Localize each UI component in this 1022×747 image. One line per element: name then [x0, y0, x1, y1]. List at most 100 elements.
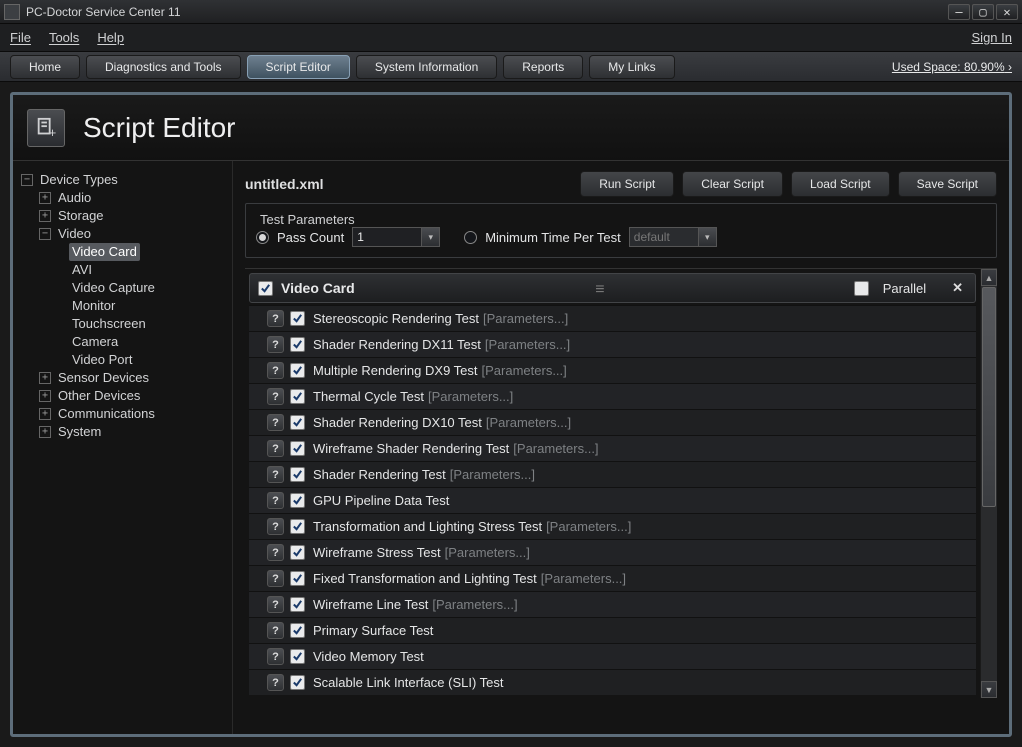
test-row: ? Video Memory Test [249, 643, 976, 669]
tree-video-capture[interactable]: Video Capture [69, 279, 158, 297]
test-name: Wireframe Line Test [313, 597, 428, 612]
test-checkbox[interactable] [290, 571, 305, 586]
menu-file[interactable]: File [10, 30, 31, 45]
min-time-radio[interactable] [464, 231, 477, 244]
group-checkbox[interactable] [258, 281, 273, 296]
parameters-link[interactable]: [Parameters...] [428, 389, 513, 404]
test-checkbox[interactable] [290, 597, 305, 612]
tab-diagnostics[interactable]: Diagnostics and Tools [86, 55, 241, 79]
close-button[interactable]: ✕ [996, 4, 1018, 20]
help-button[interactable]: ? [267, 492, 284, 509]
clear-script-button[interactable]: Clear Script [682, 171, 783, 197]
test-checkbox[interactable] [290, 363, 305, 378]
pass-count-radio[interactable] [256, 231, 269, 244]
tab-my-links[interactable]: My Links [589, 55, 674, 79]
tab-home[interactable]: Home [10, 55, 80, 79]
menu-help[interactable]: Help [97, 30, 124, 45]
main-pane: untitled.xml Run Script Clear Script Loa… [233, 161, 1009, 734]
parameters-link[interactable]: [Parameters...] [483, 311, 568, 326]
help-button[interactable]: ? [267, 544, 284, 561]
minimize-button[interactable]: — [948, 4, 970, 20]
group-close-button[interactable]: ✕ [948, 280, 967, 296]
menu-tools[interactable]: Tools [49, 30, 79, 45]
parameters-link[interactable]: [Parameters...] [432, 597, 517, 612]
test-name: Video Memory Test [313, 649, 424, 664]
test-checkbox[interactable] [290, 337, 305, 352]
test-checkbox[interactable] [290, 519, 305, 534]
parameters-link[interactable]: [Parameters...] [485, 337, 570, 352]
test-checkbox[interactable] [290, 493, 305, 508]
tree-storage[interactable]: Storage [55, 207, 107, 225]
help-button[interactable]: ? [267, 570, 284, 587]
parallel-checkbox[interactable] [854, 281, 869, 296]
scroll-thumb[interactable] [982, 287, 996, 507]
scroll-up-button[interactable]: ▲ [981, 269, 997, 286]
tree-other[interactable]: Other Devices [55, 387, 143, 405]
test-checkbox[interactable] [290, 389, 305, 404]
help-button[interactable]: ? [267, 674, 284, 691]
tree-camera[interactable]: Camera [69, 333, 121, 351]
scrollbar[interactable]: ▲ ▼ [980, 269, 997, 698]
tab-system-information[interactable]: System Information [356, 55, 497, 79]
test-name: Shader Rendering DX10 Test [313, 415, 482, 430]
tree-video-port[interactable]: Video Port [69, 351, 135, 369]
help-button[interactable]: ? [267, 388, 284, 405]
tree-video-card[interactable]: Video Card [69, 243, 140, 261]
tree-root[interactable]: Device Types [37, 171, 121, 189]
parameters-link[interactable]: [Parameters...] [513, 441, 598, 456]
min-time-stepper[interactable]: ▾ [699, 227, 717, 247]
tree-system[interactable]: System [55, 423, 104, 441]
pass-count-input[interactable] [352, 227, 422, 247]
test-checkbox[interactable] [290, 415, 305, 430]
parameters-link[interactable]: [Parameters...] [541, 571, 626, 586]
test-checkbox[interactable] [290, 623, 305, 638]
pass-count-stepper[interactable]: ▾ [422, 227, 440, 247]
test-row: ?Multiple Rendering DX9 Test[Parameters.… [249, 357, 976, 383]
tree-avi[interactable]: AVI [69, 261, 95, 279]
help-button[interactable]: ? [267, 336, 284, 353]
parameters-link[interactable]: [Parameters...] [450, 467, 535, 482]
help-button[interactable]: ? [267, 648, 284, 665]
help-button[interactable]: ? [267, 362, 284, 379]
help-button[interactable]: ? [267, 596, 284, 613]
help-button[interactable]: ? [267, 440, 284, 457]
test-checkbox[interactable] [290, 311, 305, 326]
tree-audio[interactable]: Audio [55, 189, 94, 207]
test-checkbox[interactable] [290, 467, 305, 482]
titlebar: PC-Doctor Service Center 11 — ▢ ✕ [0, 0, 1022, 24]
help-button[interactable]: ? [267, 466, 284, 483]
device-tree[interactable]: −Device Types +Audio +Storage −Video Vid… [21, 171, 228, 441]
parameters-link[interactable]: [Parameters...] [445, 545, 530, 560]
test-checkbox[interactable] [290, 649, 305, 664]
used-space-link[interactable]: Used Space: 80.90% [892, 60, 1012, 74]
drag-handle-icon[interactable] [595, 282, 613, 294]
test-checkbox[interactable] [290, 545, 305, 560]
test-name: Fixed Transformation and Lighting Test [313, 571, 537, 586]
parameters-link[interactable]: [Parameters...] [482, 363, 567, 378]
parameters-link[interactable]: [Parameters...] [486, 415, 571, 430]
parameters-link[interactable]: [Parameters...] [546, 519, 631, 534]
tab-script-editor[interactable]: Script Editor [247, 55, 350, 79]
tree-comms[interactable]: Communications [55, 405, 158, 423]
test-checkbox[interactable] [290, 675, 305, 690]
test-name: Transformation and Lighting Stress Test [313, 519, 542, 534]
signin-link[interactable]: Sign In [972, 30, 1012, 45]
page-header: + Script Editor [13, 95, 1009, 160]
help-button[interactable]: ? [267, 518, 284, 535]
run-script-button[interactable]: Run Script [580, 171, 674, 197]
save-script-button[interactable]: Save Script [898, 171, 997, 197]
scroll-down-button[interactable]: ▼ [981, 681, 997, 698]
test-checkbox[interactable] [290, 441, 305, 456]
tree-touchscreen[interactable]: Touchscreen [69, 315, 149, 333]
help-button[interactable]: ? [267, 310, 284, 327]
tree-sensor[interactable]: Sensor Devices [55, 369, 152, 387]
help-button[interactable]: ? [267, 414, 284, 431]
min-time-input[interactable] [629, 227, 699, 247]
test-row: ?Shader Rendering Test[Parameters...] [249, 461, 976, 487]
help-button[interactable]: ? [267, 622, 284, 639]
maximize-button[interactable]: ▢ [972, 4, 994, 20]
load-script-button[interactable]: Load Script [791, 171, 890, 197]
tree-video[interactable]: Video [55, 225, 94, 243]
tab-reports[interactable]: Reports [503, 55, 583, 79]
tree-monitor[interactable]: Monitor [69, 297, 118, 315]
